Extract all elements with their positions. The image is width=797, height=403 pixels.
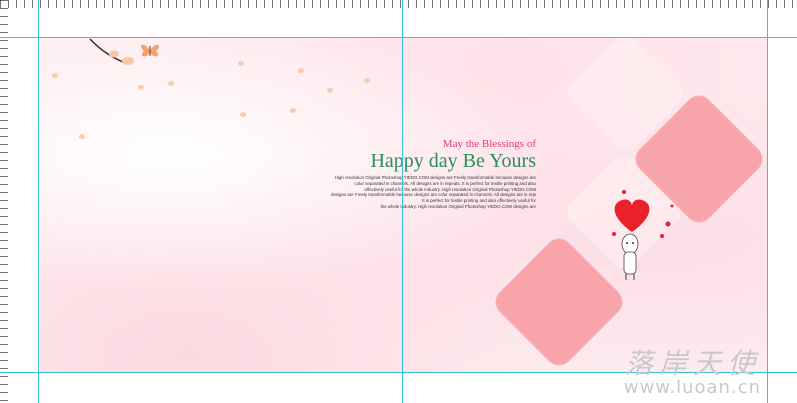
butterfly-icon <box>141 44 159 57</box>
body-paragraph: High resolution Original Photoshop YIEDO… <box>331 175 536 210</box>
petal <box>327 88 333 93</box>
greeting-text-block[interactable]: May the Blessings of Happy day Be Yours … <box>331 100 536 209</box>
petal <box>238 61 244 66</box>
cartoon-character-icon <box>612 190 674 280</box>
guide-line[interactable] <box>767 0 768 403</box>
petal <box>240 112 246 117</box>
petal <box>52 73 58 78</box>
paragraph-line: the whole industry. High resolution Orig… <box>380 203 536 209</box>
title-text: Happy day Be Yours <box>370 150 536 172</box>
watermark: 落岸天使 www.luoan.cn <box>624 349 761 397</box>
paragraph-line: color separated in channels. All designs… <box>354 180 536 186</box>
editor-canvas-area: May the Blessings of Happy day Be Yours … <box>0 0 797 403</box>
petal <box>290 108 296 113</box>
heart-icon <box>614 199 650 232</box>
guide-line[interactable] <box>402 0 403 403</box>
petal <box>364 78 370 83</box>
petal <box>79 134 85 139</box>
guide-line[interactable] <box>38 0 39 403</box>
watermark-url: www.luoan.cn <box>623 377 761 398</box>
guide-line[interactable] <box>0 37 797 38</box>
petal <box>168 81 174 86</box>
paragraph-line: High resolution Original Photoshop YIEDO… <box>334 175 536 180</box>
left-ruler[interactable] <box>0 0 8 403</box>
top-ruler[interactable] <box>0 0 797 8</box>
petal <box>298 68 304 73</box>
petal <box>138 85 144 90</box>
subtitle-text: May the Blessings of <box>442 138 536 150</box>
watermark-chinese: 落岸天使 <box>624 347 761 380</box>
